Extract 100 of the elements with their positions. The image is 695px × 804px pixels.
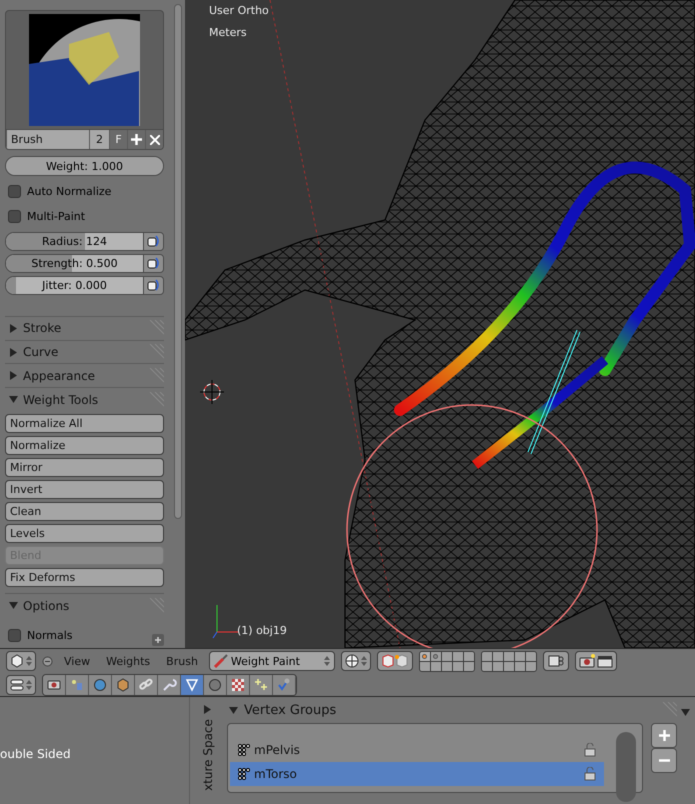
tool-button[interactable]: Levels (5, 524, 164, 544)
vertex-group-icon (238, 768, 250, 780)
checkbox[interactable] (8, 210, 21, 224)
pressure-toggle-button[interactable] (143, 254, 163, 272)
panel-header[interactable]: Weight Tools (5, 387, 164, 412)
menu-item[interactable]: Brush (161, 654, 203, 668)
object-info-label: (1) obj19 (237, 623, 287, 639)
mask-toggle-button[interactable] (376, 651, 413, 671)
close-button[interactable] (145, 130, 163, 150)
layer-toggle[interactable] (442, 652, 452, 660)
properties-tab[interactable] (250, 674, 273, 694)
object-icon (115, 676, 131, 692)
checkbox-option[interactable]: Auto Normalize (5, 179, 116, 204)
layer-toggle[interactable] (452, 662, 463, 670)
vertex-group-icon (238, 744, 250, 756)
panel-header[interactable]: Stroke (5, 316, 164, 340)
properties-tab[interactable] (227, 674, 250, 694)
tool-button[interactable]: Fix Deforms (5, 568, 164, 588)
checkbox-option[interactable]: Normals (5, 623, 77, 648)
scrollbar[interactable] (174, 4, 182, 519)
data-icon (184, 676, 200, 692)
plus-icon (131, 134, 142, 146)
value-slider[interactable]: Jitter: 0.000 (6, 276, 143, 294)
properties-tab[interactable] (158, 674, 181, 694)
properties-tab[interactable] (112, 674, 135, 694)
pressure-toggle-button[interactable] (143, 276, 163, 294)
remove-button[interactable] (651, 748, 677, 773)
layer-toggle[interactable] (492, 652, 503, 660)
3d-viewport[interactable]: User Ortho Meters (1) obj19 (185, 0, 695, 648)
panel-header[interactable]: Appearance (5, 363, 164, 388)
brush-name-field[interactable]: Brush (6, 130, 89, 150)
eyedropper-hand-icon (146, 256, 160, 270)
texture-icon (230, 676, 246, 692)
display-mode-button[interactable] (6, 674, 36, 694)
layer-toggle[interactable] (526, 662, 536, 670)
panel-title: Stroke (23, 321, 62, 336)
scrollbar[interactable] (616, 732, 636, 802)
layer-toggle[interactable] (464, 662, 474, 670)
properties-tab[interactable] (181, 674, 204, 694)
panel-header[interactable]: Options (5, 593, 164, 618)
editor-type-button[interactable] (6, 651, 36, 671)
layer-toggle[interactable] (420, 652, 430, 660)
layer-toggle[interactable] (442, 662, 452, 670)
layer-toggle[interactable] (504, 662, 514, 670)
tool-button[interactable]: Clean (5, 502, 164, 522)
mode-dropdown[interactable]: Weight Paint (208, 651, 335, 671)
render-buttons[interactable] (574, 651, 617, 671)
layer-toggle[interactable] (492, 662, 503, 670)
plus-icon[interactable] (152, 634, 164, 646)
panel-title: Vertex Groups (244, 702, 338, 718)
checkbox[interactable] (8, 629, 21, 642)
globe-icon (344, 654, 359, 668)
unlocked-padlock-icon[interactable] (584, 767, 596, 781)
collapse-menu-icon[interactable] (42, 656, 53, 666)
tool-button[interactable]: Normalize All (5, 414, 164, 434)
layer-toggle[interactable] (514, 662, 525, 670)
layer-toggle[interactable] (464, 652, 474, 660)
tool-button[interactable]: Normalize (5, 436, 164, 456)
properties-tab[interactable] (273, 674, 296, 694)
lock-layers-button[interactable] (542, 651, 569, 671)
up-down-arrows-icon (26, 678, 32, 690)
collapsed-triangle-icon (9, 348, 18, 356)
value-slider[interactable]: Strength: 0.500 (6, 254, 143, 272)
up-down-arrows-icon (324, 655, 330, 667)
layer-toggle[interactable] (514, 652, 525, 660)
tool-button[interactable]: Invert (5, 480, 164, 500)
expanded-triangle-icon (9, 601, 18, 610)
panel-title: Weight Tools (23, 392, 98, 407)
properties-tab[interactable] (135, 674, 158, 694)
tool-button[interactable]: Mirror (5, 458, 164, 478)
menu-item[interactable]: View (59, 654, 96, 668)
collapsed-triangle-icon (9, 324, 18, 333)
value-slider[interactable]: Radius: 124 (6, 232, 143, 250)
layer-toggle[interactable] (482, 652, 492, 660)
users-count[interactable]: 2 (89, 130, 109, 150)
layer-toggle[interactable] (420, 662, 430, 670)
layer-toggle[interactable] (452, 652, 463, 660)
add-button[interactable] (127, 130, 145, 150)
unlocked-padlock-icon[interactable] (584, 743, 596, 757)
panel-header[interactable]: Vertex Groups (225, 697, 677, 723)
fake-user-button[interactable]: F (109, 130, 127, 150)
layer-dot-icon (433, 654, 438, 658)
layer-toggle[interactable] (482, 662, 492, 670)
layer-toggle[interactable] (430, 662, 441, 670)
layer-toggle[interactable] (526, 652, 536, 660)
side-tab-label[interactable]: xture Space (200, 719, 214, 791)
pressure-toggle-button[interactable] (143, 232, 163, 250)
properties-tab[interactable] (43, 674, 66, 694)
add-button[interactable] (651, 723, 677, 748)
layer-toggle[interactable] (430, 652, 441, 660)
checkbox[interactable] (8, 185, 21, 198)
properties-tab[interactable] (66, 674, 89, 694)
vertex-group-item[interactable]: mPelvis (230, 738, 604, 762)
panel-header[interactable]: Curve (5, 340, 164, 364)
layer-toggle[interactable] (504, 652, 514, 660)
vertex-group-item[interactable]: mTorso (230, 762, 604, 786)
menu-item[interactable]: Weights (101, 654, 156, 668)
weight-slider[interactable]: Weight: 1.000 (5, 156, 164, 176)
checkbox-option[interactable]: Multi-Paint (5, 204, 90, 229)
pivot-dropdown[interactable] (340, 651, 371, 671)
